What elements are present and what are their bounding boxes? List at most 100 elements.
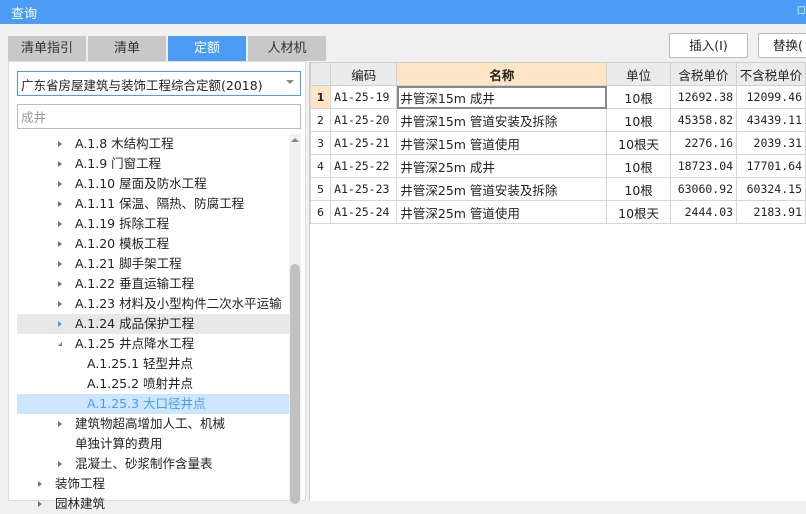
tree-item[interactable]: A.1.25.2 喷射井点	[17, 374, 289, 394]
tree-item-label: A.1.21 脚手架工程	[75, 256, 182, 271]
collapsed-arrow-icon[interactable]	[58, 241, 62, 247]
unit-cell: 10根	[606, 177, 671, 201]
tree-item[interactable]: A.1.25.3 大口径井点	[17, 394, 289, 414]
collapsed-arrow-icon[interactable]	[58, 261, 62, 267]
unit-cell: 10根天	[606, 200, 671, 224]
collapsed-arrow-icon[interactable]	[38, 501, 42, 507]
tree-item-label: A.1.25.1 轻型井点	[87, 356, 194, 371]
tree-item[interactable]: 混凝土、砂浆制作含量表	[17, 454, 289, 474]
column-header[interactable]: 不含税单价	[736, 62, 806, 86]
tree-item-label: 园林建筑	[55, 496, 106, 511]
code-cell: A1-25-23	[330, 177, 398, 201]
tree-item[interactable]: A.1.19 拆除工程	[17, 214, 289, 234]
collapsed-arrow-icon[interactable]	[58, 161, 62, 167]
name-cell: 井管深25m 成井	[396, 154, 608, 178]
tree-item[interactable]: 园林建筑	[17, 494, 289, 514]
tree-item-label: A.1.20 模板工程	[75, 236, 170, 251]
tree-item-label: A.1.25 井点降水工程	[75, 336, 195, 351]
tab-bar: 清单指引 清单 定额 人材机	[8, 36, 326, 61]
row-number-header	[309, 62, 332, 86]
table-row[interactable]: 2 A1-25-20 井管深15m 管道安装及拆除 10根 45358.82 43439.…	[309, 108, 806, 132]
row-number: 1	[309, 85, 332, 109]
collapsed-arrow-icon[interactable]	[58, 461, 62, 467]
table-row[interactable]: 6 A1-25-24 井管深25m 管道使用 10根天 2444.03 2183.91	[309, 200, 806, 224]
column-header[interactable]: 单位	[606, 62, 671, 86]
collapsed-arrow-icon[interactable]	[38, 481, 42, 487]
tax-price-cell: 63060.92	[669, 177, 738, 201]
tree-item[interactable]: A.1.24 成品保护工程	[17, 314, 289, 334]
insert-button[interactable]: 插入(I)	[669, 33, 748, 58]
tree-scrollbar[interactable]	[289, 134, 301, 504]
tree-item-label: A.1.25.2 喷射井点	[87, 376, 194, 391]
table-row[interactable]: 3 A1-25-21 井管深15m 管道使用 10根天 2276.16 2039.31	[309, 131, 806, 155]
expanded-arrow-icon[interactable]	[58, 342, 62, 346]
table-row[interactable]: 5 A1-25-23 井管深25m 管道安装及拆除 10根 63060.92 60324.…	[309, 177, 806, 201]
tree-item[interactable]: A.1.25.1 轻型井点	[17, 354, 289, 374]
collapsed-arrow-icon[interactable]	[58, 321, 62, 327]
notax-price-cell: 43439.11	[736, 108, 806, 132]
tree-item-label: A.1.22 垂直运输工程	[75, 276, 195, 291]
tree-item-label: A.1.23 材料及小型构件二次水平运输	[75, 296, 282, 311]
collapsed-arrow-icon[interactable]	[58, 201, 62, 207]
unit-cell: 10根	[606, 108, 671, 132]
collapsed-arrow-icon[interactable]	[58, 141, 62, 147]
tree-item-label: A.1.10 屋面及防水工程	[75, 176, 207, 191]
tree-item-label: 单独计算的费用	[75, 436, 163, 451]
column-header[interactable]: 名称	[396, 62, 608, 86]
notax-price-cell: 17701.64	[736, 154, 806, 178]
name-cell: 井管深25m 管道安装及拆除	[396, 177, 608, 201]
unit-cell: 10根	[606, 154, 671, 178]
row-number: 2	[309, 108, 332, 132]
collapsed-arrow-icon[interactable]	[58, 221, 62, 227]
tree-item-label: A.1.19 拆除工程	[75, 216, 170, 231]
tree-item-label: 建筑物超高增加人工、机械	[75, 416, 226, 431]
collapsed-arrow-icon[interactable]	[58, 421, 62, 427]
name-cell: 井管深15m 成井	[396, 85, 608, 109]
scroll-up-icon[interactable]	[291, 138, 299, 142]
collapsed-arrow-icon[interactable]	[58, 281, 62, 287]
category-tree: A.1.8 木结构工程 A.1.9 门窗工程 A.1.10 屋面及防水工程 A.1.1…	[17, 134, 289, 514]
collapsed-arrow-icon[interactable]	[58, 301, 62, 307]
tree-item[interactable]: 建筑物超高增加人工、机械	[17, 414, 289, 434]
notax-price-cell: 60324.15	[736, 177, 806, 201]
row-number: 6	[309, 200, 332, 224]
table-row[interactable]: 4 A1-25-22 井管深25m 成井 10根 18723.04 17701.64	[309, 154, 806, 178]
tree-item[interactable]: A.1.22 垂直运输工程	[17, 274, 289, 294]
search-input[interactable]	[17, 104, 301, 129]
tree-item[interactable]: 装饰工程	[17, 474, 289, 494]
tab-2[interactable]: 定额	[168, 36, 246, 61]
column-header[interactable]: 含税单价	[669, 62, 738, 86]
tree-item[interactable]: A.1.25 井点降水工程	[17, 334, 289, 354]
tree-item[interactable]: A.1.9 门窗工程	[17, 154, 289, 174]
tab-0[interactable]: 清单指引	[8, 36, 86, 61]
unit-cell: 10根	[606, 85, 671, 109]
tax-price-cell: 18723.04	[669, 154, 738, 178]
row-number: 4	[309, 154, 332, 178]
scroll-thumb[interactable]	[290, 264, 300, 504]
tab-1[interactable]: 清单	[88, 36, 166, 61]
table-row[interactable]: 1 A1-25-19 井管深15m 成井 10根 12692.38 12099.46	[309, 85, 806, 109]
tax-price-cell: 2444.03	[669, 200, 738, 224]
tree-item[interactable]: A.1.10 屋面及防水工程	[17, 174, 289, 194]
maximize-icon[interactable]: ◻	[797, 3, 806, 16]
code-cell: A1-25-21	[330, 131, 398, 155]
tree-item[interactable]: 单独计算的费用	[17, 434, 289, 454]
tree-item[interactable]: A.1.11 保温、隔热、防腐工程	[17, 194, 289, 214]
code-cell: A1-25-20	[330, 108, 398, 132]
tree-item[interactable]: A.1.8 木结构工程	[17, 134, 289, 154]
tree-item-label: A.1.24 成品保护工程	[75, 316, 195, 331]
row-number: 3	[309, 131, 332, 155]
tree-item[interactable]: A.1.21 脚手架工程	[17, 254, 289, 274]
collapsed-arrow-icon[interactable]	[58, 181, 62, 187]
quota-library-dropdown[interactable]: 广东省房屋建筑与装饰工程综合定额(2018)	[17, 71, 301, 96]
tree-item[interactable]: A.1.20 模板工程	[17, 234, 289, 254]
tree-item[interactable]: A.1.23 材料及小型构件二次水平运输	[17, 294, 289, 314]
tab-3[interactable]: 人材机	[248, 36, 326, 61]
dropdown-value: 广东省房屋建筑与装饰工程综合定额(2018)	[21, 78, 263, 93]
tax-price-cell: 45358.82	[669, 108, 738, 132]
row-number: 5	[309, 177, 332, 201]
replace-button[interactable]: 替换(	[758, 33, 806, 58]
chevron-down-icon	[286, 80, 294, 84]
column-header[interactable]: 编码	[330, 62, 398, 86]
tax-price-cell: 12692.38	[669, 85, 738, 109]
